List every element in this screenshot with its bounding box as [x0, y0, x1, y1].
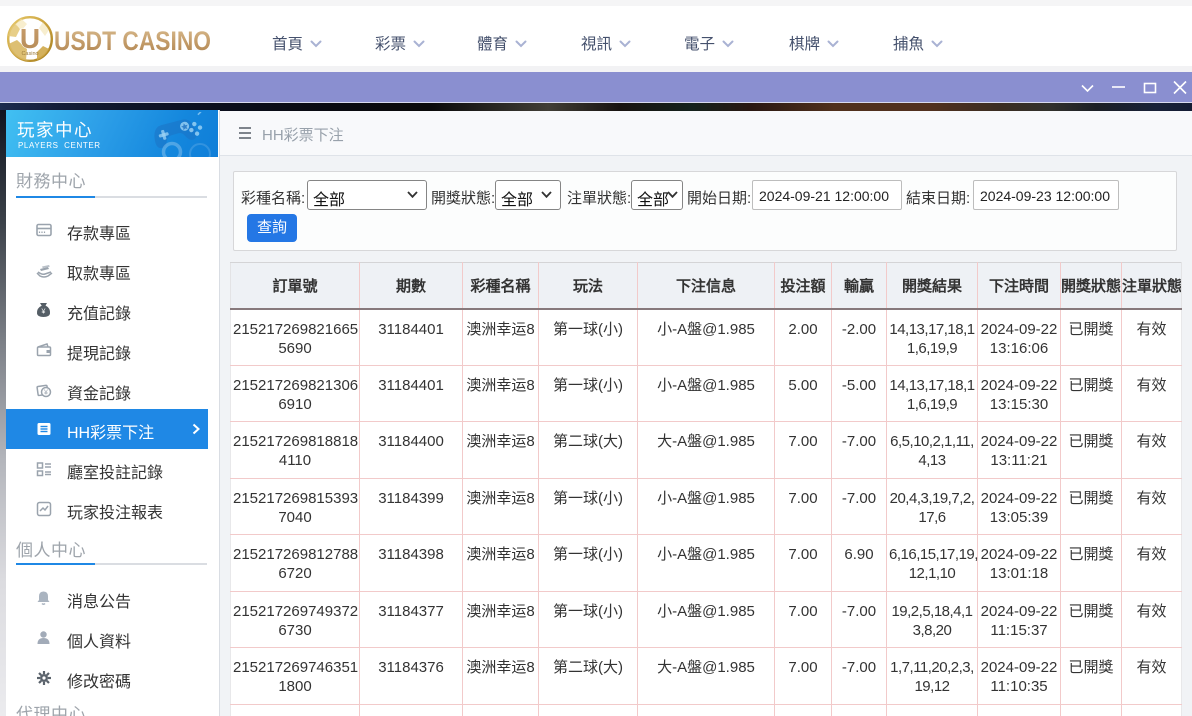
svg-text:U: U: [20, 23, 40, 54]
svg-text:¥: ¥: [44, 390, 48, 397]
svg-text:Casino: Casino: [21, 51, 38, 57]
svg-text:¥: ¥: [42, 309, 46, 316]
